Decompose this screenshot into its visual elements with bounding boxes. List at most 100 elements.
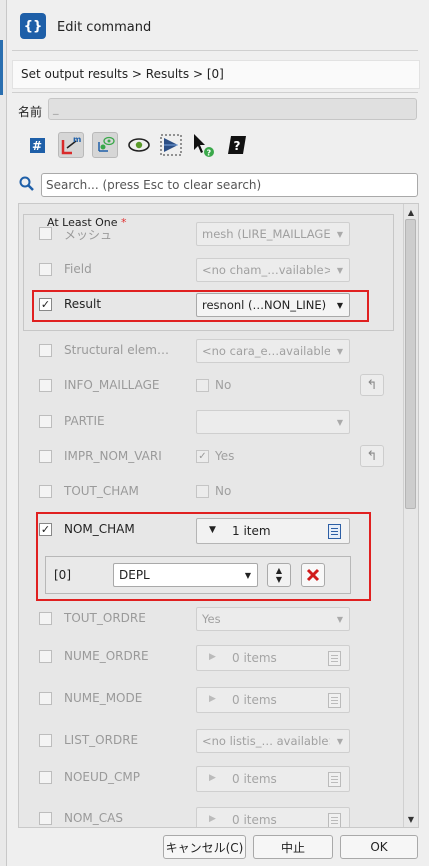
checkbox[interactable] <box>39 692 52 705</box>
param-label: Field <box>64 262 92 276</box>
list-ordre-select[interactable]: <no listis_… available> ▼ <box>196 729 350 753</box>
hash-icon[interactable]: # i <box>26 132 52 158</box>
linkage-icon[interactable]: m <box>58 132 84 158</box>
chevron-down-icon: ▼ <box>336 736 344 746</box>
checkbox[interactable] <box>39 650 52 663</box>
breadcrumb: Set output results > Results > [0] <box>12 60 420 89</box>
divider <box>12 92 418 93</box>
undo-icon: ↰ <box>366 448 378 464</box>
checkbox[interactable] <box>39 450 52 463</box>
param-row-noeud-cmp: NOEUD_CMP ▶ 0 items <box>19 763 418 793</box>
list-add-icon[interactable] <box>328 772 341 787</box>
value-checkbox[interactable] <box>196 379 209 392</box>
checkbox[interactable] <box>39 485 52 498</box>
checkbox[interactable] <box>39 344 52 357</box>
param-label: NOM_CAS <box>64 811 123 825</box>
highlight-box <box>32 290 369 322</box>
divider <box>12 50 418 51</box>
chevron-down-icon: ▼ <box>336 229 344 239</box>
graph-icon[interactable] <box>92 132 118 158</box>
field-select[interactable]: <no cham_…vailable> ▼ <box>196 258 350 282</box>
scroll-up-icon[interactable]: ▲ <box>404 205 418 219</box>
svg-text:#: # <box>32 139 42 153</box>
param-label: LIST_ORDRE <box>64 733 139 747</box>
partie-select[interactable]: ▼ <box>196 410 350 434</box>
reset-button[interactable]: ↰ <box>360 445 384 467</box>
triangle-right-icon: ▶ <box>209 773 216 783</box>
svg-text:?: ? <box>207 149 212 158</box>
checkbox[interactable] <box>39 415 52 428</box>
name-label: 名前 <box>18 105 43 119</box>
value-label: Yes <box>215 449 235 463</box>
pointer-help-icon[interactable]: ? <box>190 132 216 158</box>
abort-button[interactable]: 中止 <box>253 835 333 859</box>
chevron-down-icon: ▼ <box>336 417 344 427</box>
cancel-button[interactable]: キャンセル(C) <box>163 835 246 859</box>
left-edge <box>0 0 7 866</box>
list-add-icon[interactable] <box>328 651 341 666</box>
param-label: TOUT_ORDRE <box>64 611 146 625</box>
chevron-down-icon: ▼ <box>336 265 344 275</box>
svg-text:i: i <box>42 137 44 146</box>
tout-ordre-select[interactable]: Yes ▼ <box>196 607 350 631</box>
search-input[interactable] <box>41 173 418 197</box>
param-row-field: Field <no cham_…vailable> ▼ <box>19 255 418 285</box>
code-braces-icon: {} <box>20 13 46 39</box>
breadcrumb-text: Set output results > Results > [0] <box>21 67 224 81</box>
param-label: NUME_MODE <box>64 691 143 705</box>
parameters-panel: At Least One * メッシュ mesh (LIRE_MAILLAGE)… <box>18 203 419 828</box>
svg-text:m: m <box>73 135 81 144</box>
param-label: PARTIE <box>64 414 105 428</box>
param-row-mesh: メッシュ mesh (LIRE_MAILLAGE) ▼ <box>19 219 418 249</box>
param-row-list-ordre: LIST_ORDRE <no listis_… available> ▼ <box>19 726 418 756</box>
scrollbar-thumb[interactable] <box>405 219 416 509</box>
name-field[interactable]: _ <box>48 98 417 120</box>
nume-mode-list-toggle[interactable]: ▶ 0 items <box>196 687 350 713</box>
checkbox[interactable] <box>39 263 52 276</box>
triangle-right-icon: ▶ <box>209 694 216 704</box>
param-row-partie: PARTIE ▼ <box>19 407 418 437</box>
param-label: TOUT_CHAM <box>64 484 139 498</box>
chevron-down-icon: ▼ <box>336 614 344 624</box>
noeud-cmp-list-toggle[interactable]: ▶ 0 items <box>196 766 350 792</box>
nom-cas-list-toggle[interactable]: ▶ 0 items <box>196 807 350 827</box>
mesh-view-icon[interactable] <box>158 132 184 158</box>
list-add-icon[interactable] <box>328 813 341 827</box>
value-checkbox[interactable] <box>196 485 209 498</box>
svg-text:?: ? <box>234 139 241 153</box>
param-row-nume-ordre: NUME_ORDRE ▶ 0 items <box>19 642 418 672</box>
eye-icon[interactable] <box>126 132 152 158</box>
param-row-impr-nom-vari: IMPR_NOM_VARI ✓ Yes ↰ <box>19 442 418 472</box>
undo-icon: ↰ <box>366 377 378 393</box>
param-label: Structural elem… <box>64 343 169 357</box>
doc-help-icon[interactable]: ? <box>224 132 250 158</box>
value-checkbox[interactable]: ✓ <box>196 450 209 463</box>
structural-select[interactable]: <no cara_e…available> ▼ <box>196 339 350 363</box>
param-row-tout-cham: TOUT_CHAM No <box>19 477 418 507</box>
checkbox[interactable] <box>39 227 52 240</box>
checkbox[interactable] <box>39 379 52 392</box>
search-icon <box>19 176 35 195</box>
param-row-info-maillage: INFO_MAILLAGE No ↰ <box>19 371 418 401</box>
param-row-nom-cas: NOM_CAS ▶ 0 items <box>19 804 418 827</box>
triangle-right-icon: ▶ <box>209 652 216 662</box>
nume-ordre-list-toggle[interactable]: ▶ 0 items <box>196 645 350 671</box>
highlight-box <box>36 512 371 601</box>
mesh-select[interactable]: mesh (LIRE_MAILLAGE) ▼ <box>196 222 350 246</box>
checkbox[interactable] <box>39 612 52 625</box>
checkbox[interactable] <box>39 812 52 825</box>
checkbox[interactable] <box>39 734 52 747</box>
vertical-scrollbar[interactable]: ▲ ▼ <box>403 204 418 827</box>
param-row-nume-mode: NUME_MODE ▶ 0 items <box>19 684 418 714</box>
value-label: No <box>215 378 232 392</box>
ok-button[interactable]: OK <box>340 835 418 859</box>
param-label: NUME_ORDRE <box>64 649 149 663</box>
list-add-icon[interactable] <box>328 693 341 708</box>
param-label: INFO_MAILLAGE <box>64 378 160 392</box>
window-title: Edit command <box>57 20 152 35</box>
checkbox[interactable] <box>39 771 52 784</box>
scroll-down-icon[interactable]: ▼ <box>404 812 418 826</box>
reset-button[interactable]: ↰ <box>360 374 384 396</box>
param-label: IMPR_NOM_VARI <box>64 449 162 463</box>
triangle-right-icon: ▶ <box>209 814 216 824</box>
